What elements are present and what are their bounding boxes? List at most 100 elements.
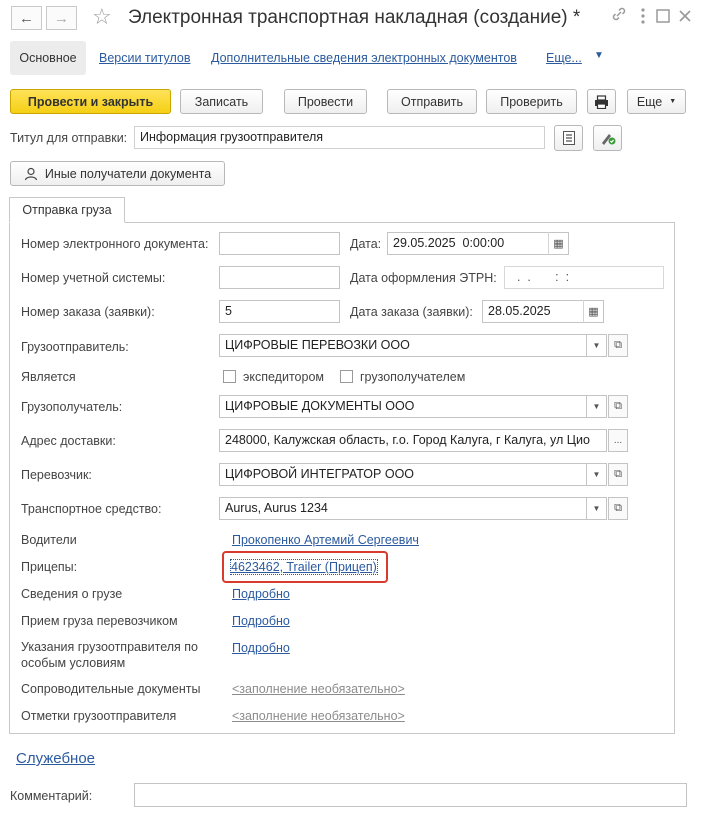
etrn-date-input[interactable]: . . : : [504,266,664,289]
consignee-checkbox[interactable] [340,370,353,383]
vehicle-dropdown[interactable]: ▼ [586,497,607,520]
more-button[interactable]: Еще ▼ [627,89,686,114]
drivers-link[interactable]: Прокопенко Артемий Сергеевич [232,533,419,547]
tab-main[interactable]: Основное [10,41,86,75]
printer-icon [595,94,608,109]
forward-button[interactable]: → [46,6,77,30]
other-recipients-button[interactable]: Иные получатели документа [10,161,225,186]
tab-more[interactable]: Еще... [546,51,582,65]
chevron-down-icon: ▼ [592,402,601,411]
chevron-down-icon[interactable]: ▼ [594,50,604,61]
send-button[interactable]: Отправить [387,89,477,114]
acceptance-details-link[interactable]: Подробно [232,614,290,628]
order-date-label: Дата заказа (заявки): [350,305,473,319]
title-field[interactable]: Информация грузоотправителя [134,126,545,149]
order-date-value: 28.05.2025 [488,304,551,318]
open-window-icon: ⧉ [614,468,622,480]
vehicle-input[interactable]: Aurus, Aurus 1234 [219,497,587,520]
date-input[interactable]: 29.05.2025 0:00:00 [387,232,569,255]
etrn-date-value: . . : : [510,270,570,284]
marks-label: Отметки грузоотправителя [21,709,177,723]
address-select-button[interactable]: ... [608,429,628,452]
carrier-label: Перевозчик: [21,468,92,482]
consignee-dropdown[interactable]: ▼ [586,395,607,418]
vehicle-label: Транспортное средство: [21,502,162,516]
instructions-details-link[interactable]: Подробно [232,641,290,655]
drivers-label: Водители [21,533,77,547]
address-label: Адрес доставки: [21,434,116,448]
service-section-link[interactable]: Служебное [16,750,95,767]
save-button[interactable]: Записать [180,89,263,114]
star-icon[interactable]: ☆ [92,4,112,30]
list-button[interactable] [554,125,583,151]
close-icon[interactable] [678,9,692,28]
consignee-label: Грузополучатель: [21,400,123,414]
page-title: Электронная транспортная накладная (созд… [128,7,581,28]
cargo-label: Сведения о грузе [21,587,123,601]
chevron-down-icon: ▼ [669,98,677,105]
instructions-label-line2: особым условиям [21,656,126,670]
calendar-icon[interactable]: ▦ [548,232,568,255]
instructions-label: Указания грузоотправителя по [21,640,198,654]
vehicle-open[interactable]: ⧉ [608,497,628,520]
arrow-right-icon: → [54,9,69,27]
chevron-down-icon: ▼ [592,504,601,513]
more-button-label: Еще [636,94,663,109]
trailers-label: Прицепы: [21,560,78,574]
account-number-input[interactable] [219,266,340,289]
check-button[interactable]: Проверить [486,89,577,114]
back-button[interactable]: ← [11,6,42,30]
is-label: Является [21,370,76,384]
print-button[interactable] [587,89,616,114]
post-and-close-button[interactable]: Провести и закрыть [10,89,171,114]
maximize-icon[interactable] [656,9,670,28]
edit-check-icon [601,134,615,145]
carrier-input[interactable]: ЦИФРОВОЙ ИНТЕГРАТОР ООО [219,463,587,486]
carrier-dropdown[interactable]: ▼ [586,463,607,486]
order-number-label: Номер заказа (заявки): [21,305,155,319]
marks-link[interactable]: <заполнение необязательно> [232,709,405,723]
open-window-icon: ⧉ [614,400,622,412]
post-button[interactable]: Провести [284,89,367,114]
trailers-link[interactable]: 4623462, Trailer (Прицеп) [230,559,378,575]
date-value: 29.05.2025 0:00:00 [393,236,505,250]
open-window-icon: ⧉ [614,502,622,514]
list-icon [562,131,575,145]
date-label: Дата: [350,237,382,251]
shipper-open[interactable]: ⧉ [608,334,628,357]
arrow-left-icon: ← [19,9,34,27]
calendar-icon[interactable]: ▦ [583,300,603,323]
consignee-checkbox-label: грузополучателем [360,370,466,384]
carrier-open[interactable]: ⧉ [608,463,628,486]
edit-sign-button[interactable] [593,125,622,151]
tab-additional-info[interactable]: Дополнительные сведения электронных доку… [211,51,517,65]
docs-label: Сопроводительные документы [21,682,201,696]
docs-link[interactable]: <заполнение необязательно> [232,682,405,696]
shipper-input[interactable]: ЦИФРОВЫЕ ПЕРЕВОЗКИ ООО [219,334,587,357]
forwarder-label: экспедитором [243,370,324,384]
user-icon [24,167,37,180]
comment-input[interactable] [134,783,687,807]
order-number-input[interactable]: 5 [219,300,340,323]
chevron-down-icon: ▼ [592,341,601,350]
consignee-input[interactable]: ЦИФРОВЫЕ ДОКУМЕНТЫ ООО [219,395,587,418]
cargo-details-link[interactable]: Подробно [232,587,290,601]
etrn-date-label: Дата оформления ЭТРН: [350,271,497,285]
chevron-down-icon: ▼ [592,470,601,479]
doc-number-label: Номер электронного документа: [21,237,209,251]
shipper-dropdown[interactable]: ▼ [586,334,607,357]
tab-cargo-shipment[interactable]: Отправка груза [9,197,125,223]
account-number-label: Номер учетной системы: [21,271,166,285]
open-window-icon: ⧉ [614,339,622,351]
consignee-open[interactable]: ⧉ [608,395,628,418]
doc-number-input[interactable] [219,232,340,255]
more-vertical-icon[interactable] [640,8,646,29]
acceptance-label: Прием груза перевозчиком [21,614,178,628]
forwarder-checkbox[interactable] [223,370,236,383]
title-field-label: Титул для отправки: [10,131,128,145]
tab-title-versions[interactable]: Версии титулов [99,51,191,65]
address-input[interactable]: 248000, Калужская область, г.о. Город Ка… [219,429,607,452]
shipper-label: Грузоотправитель: [21,340,129,354]
ellipsis-icon: ... [613,435,623,446]
link-icon[interactable] [611,6,627,27]
